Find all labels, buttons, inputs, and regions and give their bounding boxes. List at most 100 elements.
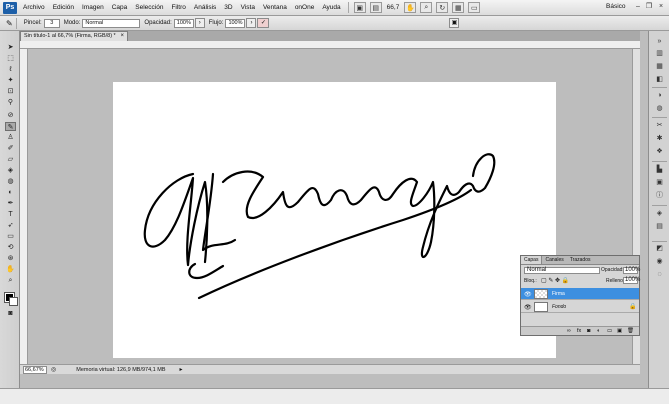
screen-mode-icon[interactable]: ▭	[468, 2, 481, 13]
info-panel-icon[interactable]: ⓘ	[654, 191, 665, 200]
character-panel-icon[interactable]: ◈	[654, 209, 665, 218]
tab-trazados[interactable]: Trazados	[567, 256, 594, 264]
close-button[interactable]: ×	[656, 2, 666, 12]
mode-select[interactable]: Normal	[82, 18, 141, 28]
shape-tool-icon[interactable]: ▭	[5, 232, 16, 241]
minimize-button[interactable]: –	[633, 2, 643, 12]
visibility-eye-icon[interactable]: 👁	[524, 304, 532, 311]
history-brush-icon[interactable]: ✐	[5, 144, 16, 153]
arrange-documents-icon[interactable]: ▦	[452, 2, 465, 13]
zoom-tool-icon[interactable]: ⌕	[420, 2, 433, 13]
swatches-panel-icon[interactable]: ▦	[654, 62, 665, 71]
clone-stamp-icon[interactable]: ♙	[5, 133, 16, 142]
marquee-tool-icon[interactable]: ⬚	[5, 54, 16, 63]
magic-wand-icon[interactable]: ✦	[5, 76, 16, 85]
lasso-tool-icon[interactable]: ℓ	[5, 65, 16, 74]
navigator-panel-icon[interactable]: ▣	[654, 178, 665, 187]
layer-style-icon[interactable]: fx	[577, 328, 581, 334]
workspace-switcher[interactable]: Básico	[606, 3, 626, 10]
menu-filtro[interactable]: Filtro	[167, 4, 189, 11]
lock-icons[interactable]: ▢ ✎ ✥ 🔒	[541, 277, 569, 284]
crop-tool-icon[interactable]: ⊡	[5, 87, 16, 96]
menu-ventana[interactable]: Ventana	[259, 4, 291, 11]
layer-row-fondo[interactable]: 👁 Fondo 🔒	[521, 301, 639, 313]
new-group-icon[interactable]: ▭	[607, 328, 612, 334]
adjustments-panel-icon[interactable]: ◑	[654, 91, 665, 100]
vertical-ruler[interactable]	[20, 49, 28, 364]
dodge-tool-icon[interactable]: ◐	[5, 188, 16, 197]
view-extras-icon[interactable]: ▤	[369, 2, 382, 13]
histogram-panel-icon[interactable]: ▙	[654, 165, 665, 174]
3d-rotate-icon[interactable]: ⟲	[5, 243, 16, 252]
status-menu-arrow-icon[interactable]: ▸	[180, 366, 183, 373]
link-layers-icon[interactable]: ∞	[567, 328, 571, 334]
adjustment-layer-icon[interactable]: ◐	[597, 328, 600, 334]
menu-archivo[interactable]: Archivo	[17, 4, 49, 11]
brush-size-picker[interactable]: 3	[43, 18, 60, 28]
flow-dropdown-icon[interactable]: ›	[246, 18, 257, 28]
background-color-swatch[interactable]	[9, 297, 18, 306]
close-tab-icon[interactable]: ×	[120, 32, 124, 41]
delete-layer-icon[interactable]: 🗑	[627, 328, 634, 334]
opacity-input[interactable]: 100%	[173, 18, 194, 28]
zoom-tool-icon[interactable]: ⌕	[5, 276, 16, 285]
rotate-view-icon[interactable]: ↻	[436, 2, 449, 13]
brushes-panel-icon[interactable]: ✱	[654, 134, 665, 143]
status-icon[interactable]: ◎	[51, 366, 56, 373]
blur-tool-icon[interactable]: ◍	[5, 177, 16, 186]
blend-mode-select[interactable]: Normal	[524, 267, 600, 274]
new-layer-icon[interactable]: ▣	[617, 328, 622, 334]
menu-vista[interactable]: Vista	[237, 4, 259, 11]
eraser-icon[interactable]: ▱	[5, 155, 16, 164]
paths-panel-icon[interactable]: ◌	[654, 270, 665, 279]
quick-mask-icon[interactable]: ◙	[5, 309, 16, 318]
menu-analisis[interactable]: Análisis	[190, 4, 220, 11]
layer-opacity-input[interactable]: 100%	[623, 267, 640, 274]
spot-healing-icon[interactable]: ⊘	[5, 111, 16, 120]
styles-panel-icon[interactable]: ◧	[654, 75, 665, 84]
menu-edicion[interactable]: Edición	[49, 4, 78, 11]
hand-tool-icon[interactable]: ✋	[404, 2, 417, 13]
hand-tool-icon[interactable]: ✋	[5, 265, 16, 274]
color-panel-icon[interactable]: ▥	[654, 49, 665, 58]
layers-panel-icon[interactable]: ◩	[654, 244, 665, 253]
dock-collapse-icon[interactable]: »	[654, 37, 665, 46]
menu-onone[interactable]: onOne	[291, 4, 319, 11]
document-canvas[interactable]	[113, 82, 556, 358]
status-zoom-field[interactable]: 66,67%	[23, 365, 47, 374]
3d-orbit-icon[interactable]: ⊛	[5, 254, 16, 263]
paint-bucket-icon[interactable]: ◈	[5, 166, 16, 175]
brush-panel-icon[interactable]: ▣	[449, 18, 460, 28]
eyedropper-icon[interactable]: ⚲	[5, 98, 16, 107]
opacity-pressure-icon[interactable]: ›	[194, 18, 205, 28]
menu-ayuda[interactable]: Ayuda	[318, 4, 344, 11]
restore-button[interactable]: ❐	[644, 2, 654, 12]
flow-input[interactable]: 100%	[225, 18, 246, 28]
channels-panel-icon[interactable]: ◉	[654, 257, 665, 266]
pen-tool-icon[interactable]: ✒	[5, 199, 16, 208]
tab-capas[interactable]: Capas	[521, 256, 543, 264]
airbrush-icon[interactable]: ✓	[257, 18, 270, 28]
path-selection-icon[interactable]: ➶	[5, 221, 16, 230]
layer-row-firma[interactable]: 👁 Firma	[521, 288, 639, 300]
brush-tool-icon[interactable]: ✎	[6, 19, 13, 28]
brush-tool-icon[interactable]: ✎	[5, 122, 16, 131]
launch-bridge-icon[interactable]: ▣	[353, 2, 366, 13]
fill-input[interactable]: 100%	[623, 277, 640, 284]
paragraph-panel-icon[interactable]: ▤	[654, 222, 665, 231]
menu-capa[interactable]: Capa	[108, 4, 132, 11]
tools-presets-icon[interactable]: ✂	[654, 121, 665, 130]
document-tab[interactable]: Sin título-1 al 66,7% (Firma, RGB/8) * ×	[20, 31, 128, 41]
layer-name[interactable]: Firma	[552, 291, 565, 297]
menu-seleccion[interactable]: Selección	[131, 4, 167, 11]
clone-source-icon[interactable]: ❖	[654, 147, 665, 156]
menu-imagen[interactable]: Imagen	[78, 4, 108, 11]
visibility-eye-icon[interactable]: 👁	[524, 291, 532, 298]
layer-name[interactable]: Fondo	[552, 304, 566, 310]
add-mask-icon[interactable]: ◙	[587, 328, 590, 334]
horizontal-ruler[interactable]	[20, 41, 640, 49]
menu-3d[interactable]: 3D	[220, 4, 236, 11]
zoom-level[interactable]: 66,7	[387, 4, 400, 11]
type-tool-icon[interactable]: T	[5, 210, 16, 219]
move-tool-icon[interactable]: ➤	[5, 43, 16, 52]
